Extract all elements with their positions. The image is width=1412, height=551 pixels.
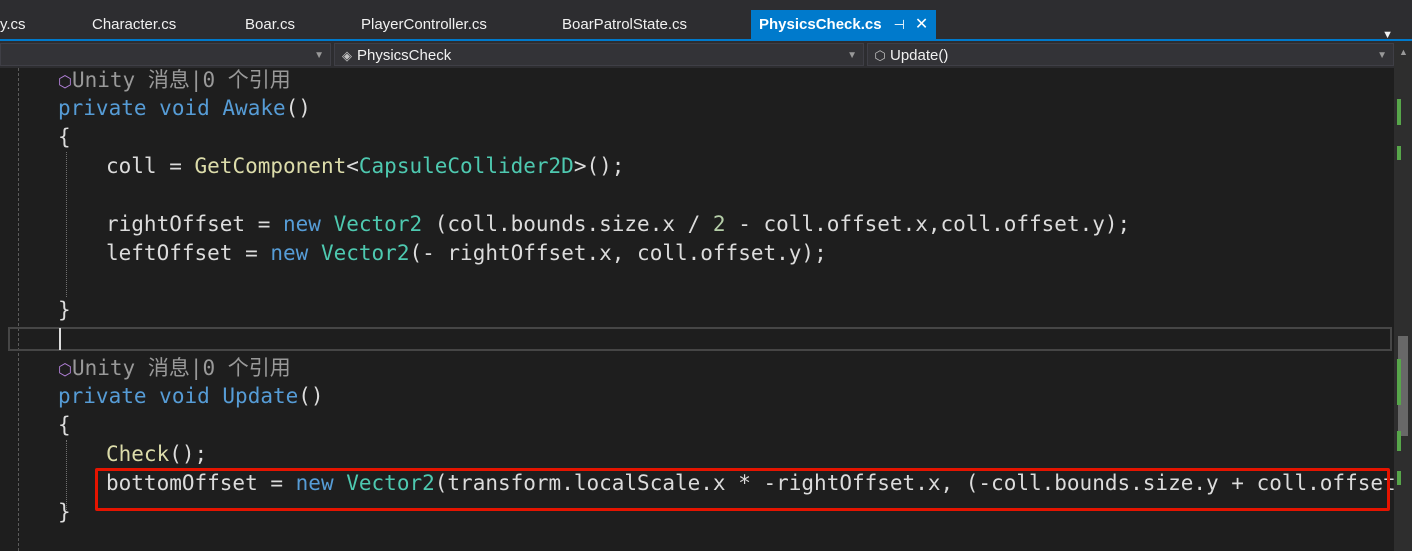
- code-text: leftOffset =: [106, 241, 271, 265]
- tab-label: Character.cs: [92, 16, 177, 33]
- vertical-scrollbar[interactable]: ▲: [1394, 41, 1412, 551]
- code-text: (coll.bounds.size.x /: [422, 212, 713, 236]
- tab-playercontroller-cs[interactable]: PlayerController.cs: [361, 10, 487, 39]
- chevron-down-icon: ▼: [847, 50, 857, 61]
- indent-guide: [66, 152, 67, 297]
- code-text: }: [58, 298, 71, 322]
- member-dropdown[interactable]: ⬡ Update() ▼: [867, 43, 1394, 66]
- change-marker: [1397, 471, 1401, 485]
- code-line-brace[interactable]: {: [58, 123, 71, 152]
- class-icon: ◈: [342, 48, 352, 63]
- method-call: Check: [106, 442, 170, 466]
- tab-character-cs[interactable]: Character.cs: [92, 10, 176, 39]
- tab-label: PlayerController.cs: [361, 16, 487, 33]
- tab-label: Boar.cs: [245, 16, 296, 33]
- code-line-leftoffset[interactable]: leftOffset = new Vector2(- rightOffset.x…: [106, 239, 827, 268]
- codelens-awake[interactable]: ⬡Unity 消息|0 个引用: [58, 66, 291, 95]
- code-text: ();: [169, 442, 208, 466]
- codelens-update[interactable]: ⬡Unity 消息|0 个引用: [58, 354, 291, 383]
- change-marker: [1397, 359, 1401, 405]
- codelens-text: Unity 消息|0 个引用: [71, 356, 291, 380]
- keyword: new: [270, 241, 309, 265]
- code-line-update-signature[interactable]: private void Update(): [58, 382, 324, 411]
- code-editor[interactable]: ⬡Unity 消息|0 个引用 private void Awake() { c…: [0, 66, 1412, 551]
- tab-label: BoarPatrolState.cs: [562, 16, 688, 33]
- code-text: coll =: [106, 154, 195, 178]
- method-call: GetComponent: [194, 154, 347, 178]
- type-name: CapsuleCollider2D: [358, 154, 574, 178]
- navigation-bar: ▼ ◈ PhysicsCheck ▼ ⬡ Update() ▼: [0, 41, 1412, 68]
- tab-boarpatrolstate-cs[interactable]: BoarPatrolState.cs: [562, 10, 687, 39]
- code-text: >();: [573, 154, 625, 178]
- title-strip: [0, 0, 1412, 10]
- tab-label: PhysicsCheck.cs: [759, 16, 882, 33]
- pin-icon[interactable]: ⊣: [894, 17, 905, 32]
- code-line-awake-signature[interactable]: private void Awake(): [58, 94, 311, 123]
- code-text: {: [58, 125, 71, 149]
- code-text: rightOffset =: [106, 212, 284, 236]
- code-line-rightoffset[interactable]: rightOffset = new Vector2 (coll.bounds.s…: [106, 210, 1130, 239]
- codelens-text: Unity 消息|0 个引用: [71, 68, 291, 92]
- keyword: void: [159, 384, 210, 408]
- class-dropdown[interactable]: ◈ PhysicsCheck ▼: [334, 43, 864, 66]
- change-marker: [1397, 99, 1401, 125]
- keyword: new: [283, 212, 321, 236]
- tab-y-cs[interactable]: y.cs: [0, 10, 26, 39]
- keyword: void: [159, 96, 210, 120]
- tab-physicscheck-cs[interactable]: PhysicsCheck.cs ⊣ ✕: [751, 10, 937, 39]
- change-marker: [1397, 146, 1401, 160]
- method-icon: ⬡: [874, 48, 886, 63]
- keyword: private: [58, 384, 147, 408]
- code-text: {: [58, 413, 71, 437]
- change-marker: [1397, 431, 1401, 451]
- outline-guide: [18, 68, 19, 551]
- class-dropdown-value: PhysicsCheck: [357, 47, 452, 64]
- tab-label: y.cs: [0, 16, 26, 33]
- member-dropdown-value: Update(): [890, 47, 949, 64]
- tab-boar-cs[interactable]: Boar.cs: [245, 10, 295, 39]
- code-line-brace[interactable]: }: [58, 296, 71, 325]
- keyword: private: [58, 96, 147, 120]
- unity-icon: ⬡: [58, 72, 72, 91]
- unity-icon: ⬡: [58, 360, 72, 379]
- close-icon[interactable]: ✕: [915, 16, 928, 33]
- document-tab-bar: y.cs Character.cs Boar.cs PlayerControll…: [0, 10, 1412, 41]
- project-dropdown[interactable]: ▼: [0, 43, 331, 66]
- method-name: Awake: [222, 96, 286, 120]
- number-literal: 2: [712, 212, 726, 236]
- code-text: <: [346, 154, 359, 178]
- red-annotation-box: [95, 468, 1390, 511]
- code-line-check[interactable]: Check();: [106, 440, 207, 469]
- code-text: (- rightOffset.x, coll.offset.y);: [409, 241, 827, 265]
- method-name: Update: [222, 384, 299, 408]
- text-caret: [59, 328, 61, 350]
- code-line-brace[interactable]: {: [58, 411, 71, 440]
- chevron-down-icon: ▼: [314, 50, 324, 61]
- current-line-highlight: [8, 327, 1392, 351]
- scroll-up-icon[interactable]: ▲: [1399, 47, 1408, 57]
- code-text: (): [285, 96, 311, 120]
- type-name: Vector2: [320, 241, 410, 265]
- chevron-down-icon: ▼: [1377, 50, 1387, 61]
- type-name: Vector2: [333, 212, 423, 236]
- code-line-brace[interactable]: }: [58, 498, 71, 527]
- code-text: }: [58, 500, 71, 524]
- code-text: - coll.offset.x,coll.offset.y);: [725, 212, 1131, 236]
- code-text: (): [298, 384, 324, 408]
- code-line-getcomponent[interactable]: coll = GetComponent<CapsuleCollider2D>()…: [106, 152, 624, 181]
